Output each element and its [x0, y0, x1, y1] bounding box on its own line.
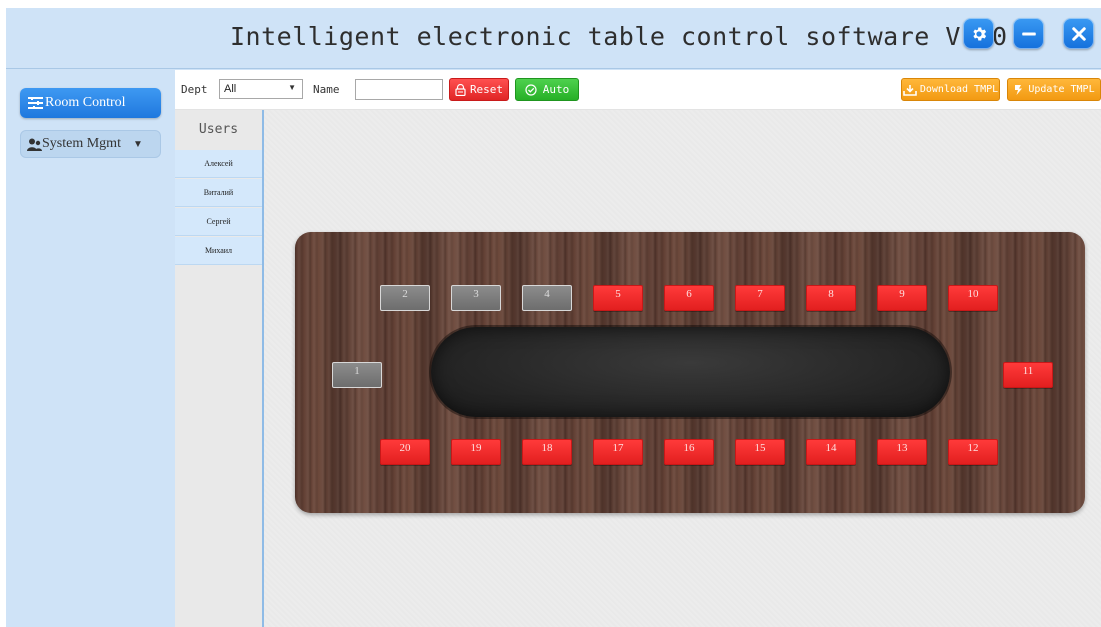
- seat-button[interactable]: 5: [593, 285, 643, 311]
- conference-room-board: 1 2 3 4 5 6 7 8 9 10 11 12 13 14 15 16 1…: [295, 232, 1085, 513]
- seat-button[interactable]: 4: [522, 285, 572, 311]
- seat-button[interactable]: 11: [1003, 362, 1053, 388]
- update-template-label: Update TMPL: [1028, 84, 1095, 95]
- list-item[interactable]: Сергей: [175, 208, 262, 236]
- seat-button[interactable]: 12: [948, 439, 998, 465]
- close-icon: [1071, 26, 1086, 41]
- room-canvas: 1 2 3 4 5 6 7 8 9 10 11 12 13 14 15 16 1…: [264, 110, 1101, 627]
- settings-button[interactable]: [963, 18, 994, 49]
- seat-button[interactable]: 1: [332, 362, 382, 388]
- sidebar-item-room-control[interactable]: Room Control: [20, 88, 161, 118]
- toolbar: Dept All ▼ Name Reset Auto Download TMPL…: [175, 70, 1101, 110]
- menu-lines-icon: [28, 97, 43, 109]
- seat-button[interactable]: 7: [735, 285, 785, 311]
- auto-button-label: Auto: [542, 83, 570, 96]
- seat-button[interactable]: 14: [806, 439, 856, 465]
- sidebar-item-label: System Mgmt: [42, 136, 121, 151]
- chevron-down-icon: ▼: [288, 83, 296, 92]
- dept-label: Dept: [181, 83, 208, 96]
- users-header: Users: [198, 122, 239, 137]
- seat-button[interactable]: 16: [664, 439, 714, 465]
- seat-button[interactable]: 2: [380, 285, 430, 311]
- minus-icon: [1021, 32, 1036, 35]
- seat-button[interactable]: 13: [877, 439, 927, 465]
- download-template-label: Download TMPL: [919, 84, 999, 95]
- update-template-button[interactable]: Update TMPL: [1007, 78, 1101, 101]
- name-label: Name: [313, 83, 340, 96]
- list-item[interactable]: Алексей: [175, 150, 262, 178]
- update-icon: [1015, 84, 1023, 95]
- download-template-button[interactable]: Download TMPL: [901, 78, 1000, 101]
- seat-button[interactable]: 17: [593, 439, 643, 465]
- seat-button[interactable]: 9: [877, 285, 927, 311]
- auto-button[interactable]: Auto: [515, 78, 579, 101]
- seat-button[interactable]: 3: [451, 285, 501, 311]
- title-bar: Intelligent electronic table control sof…: [6, 8, 1101, 69]
- list-item[interactable]: Виталий: [175, 179, 262, 207]
- chevron-down-icon: ▼: [132, 138, 143, 150]
- sidebar-item-system-mgmt[interactable]: System Mgmt ▼: [20, 130, 161, 158]
- reset-button[interactable]: Reset: [449, 78, 509, 101]
- app-window: Intelligent electronic table control sof…: [6, 8, 1101, 627]
- sidebar-item-label: Room Control: [45, 95, 126, 110]
- seat-button[interactable]: 10: [948, 285, 998, 311]
- reset-button-label: Reset: [469, 83, 504, 96]
- check-circle-icon: [525, 83, 537, 96]
- seat-button[interactable]: 8: [806, 285, 856, 311]
- seat-button[interactable]: 6: [664, 285, 714, 311]
- close-button[interactable]: [1063, 18, 1094, 49]
- sidebar: Room Control System Mgmt ▼: [6, 70, 175, 627]
- gear-icon: [972, 27, 986, 40]
- minimize-button[interactable]: [1013, 18, 1044, 49]
- conference-table: [431, 327, 950, 417]
- list-item[interactable]: Михаил: [175, 237, 262, 265]
- download-icon: [903, 84, 917, 96]
- name-input[interactable]: [355, 79, 443, 100]
- dept-select-value: All: [224, 83, 237, 95]
- users-panel: Users Алексей Виталий Сергей Михаил: [175, 110, 264, 627]
- seat-button[interactable]: 19: [451, 439, 501, 465]
- dept-select[interactable]: All ▼: [219, 79, 303, 99]
- app-title: Intelligent electronic table control sof…: [230, 22, 1008, 51]
- seat-button[interactable]: 15: [735, 439, 785, 465]
- seat-button[interactable]: 18: [522, 439, 572, 465]
- seat-button[interactable]: 20: [380, 439, 430, 465]
- lock-icon: [455, 83, 466, 96]
- user-group-icon: [27, 138, 42, 151]
